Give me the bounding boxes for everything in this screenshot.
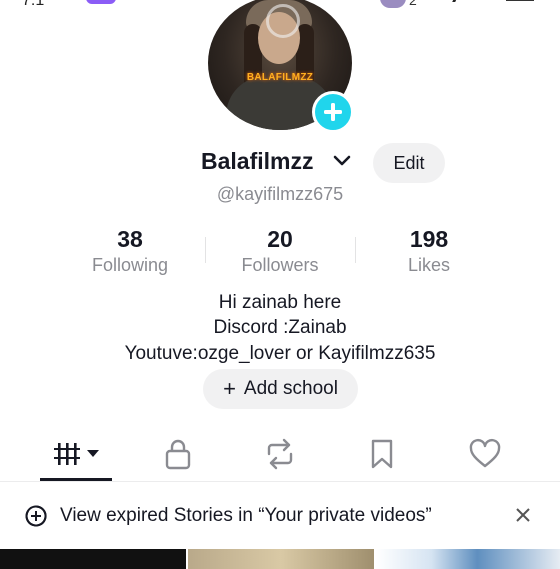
bio-line-1: Hi zainab here — [218, 292, 342, 313]
tab-favorites[interactable] — [352, 434, 412, 474]
tab-videos[interactable] — [46, 434, 106, 474]
video-thumbnail[interactable] — [376, 549, 560, 569]
plus-icon: + — [223, 376, 236, 401]
add-story-icon — [25, 505, 47, 527]
bio-line-2: Discord :Zainab — [213, 317, 347, 338]
stat-followers[interactable]: 20 Followers — [205, 225, 355, 277]
lock-icon — [165, 439, 191, 470]
plus-icon — [324, 103, 342, 121]
edit-profile-button[interactable]: Edit — [373, 143, 445, 183]
status-notification-count: 2 — [409, 0, 417, 8]
chevron-down-icon[interactable] — [332, 154, 352, 168]
stat-likes-label: Likes — [407, 255, 451, 275]
add-story-button[interactable] — [312, 91, 354, 133]
stat-likes[interactable]: 198 Likes — [354, 225, 504, 277]
repost-icon — [267, 438, 293, 470]
add-school-button[interactable]: + Add school — [203, 369, 358, 409]
grid-bars-icon — [54, 443, 99, 465]
stat-following-value: 38 — [117, 226, 143, 252]
bio-line-3: Youtuve:ozge_lover or Kayifilmzz635 — [124, 343, 436, 364]
video-thumbnail[interactable] — [188, 549, 374, 569]
add-school-label: Add school — [243, 378, 338, 399]
stat-likes-value: 198 — [409, 226, 449, 252]
tab-private[interactable] — [148, 434, 208, 474]
stat-following[interactable]: 38 Following — [55, 225, 205, 277]
profile-handle: @kayifilmzz675 — [216, 184, 344, 204]
menu-icon[interactable] — [506, 0, 534, 1]
expired-stories-text[interactable]: View expired Stories in “Your private vi… — [60, 505, 432, 527]
stat-followers-label: Followers — [241, 255, 319, 275]
status-signal-icon — [452, 0, 471, 2]
profile-username[interactable]: Balafilmzz — [201, 148, 313, 175]
close-icon[interactable] — [514, 506, 532, 524]
video-thumbnail[interactable] — [0, 549, 186, 569]
status-app-icon — [86, 0, 116, 4]
status-avatar-icon — [380, 0, 406, 8]
heart-icon — [469, 438, 501, 468]
tab-liked[interactable] — [455, 434, 515, 474]
stat-following-label: Following — [91, 255, 169, 275]
bookmark-icon — [371, 439, 393, 469]
stat-followers-value: 20 — [267, 226, 293, 252]
tab-reposts[interactable] — [250, 434, 310, 474]
status-time: 7:1 — [22, 0, 45, 9]
avatar-watermark: BALAFILMZZ — [246, 72, 314, 83]
